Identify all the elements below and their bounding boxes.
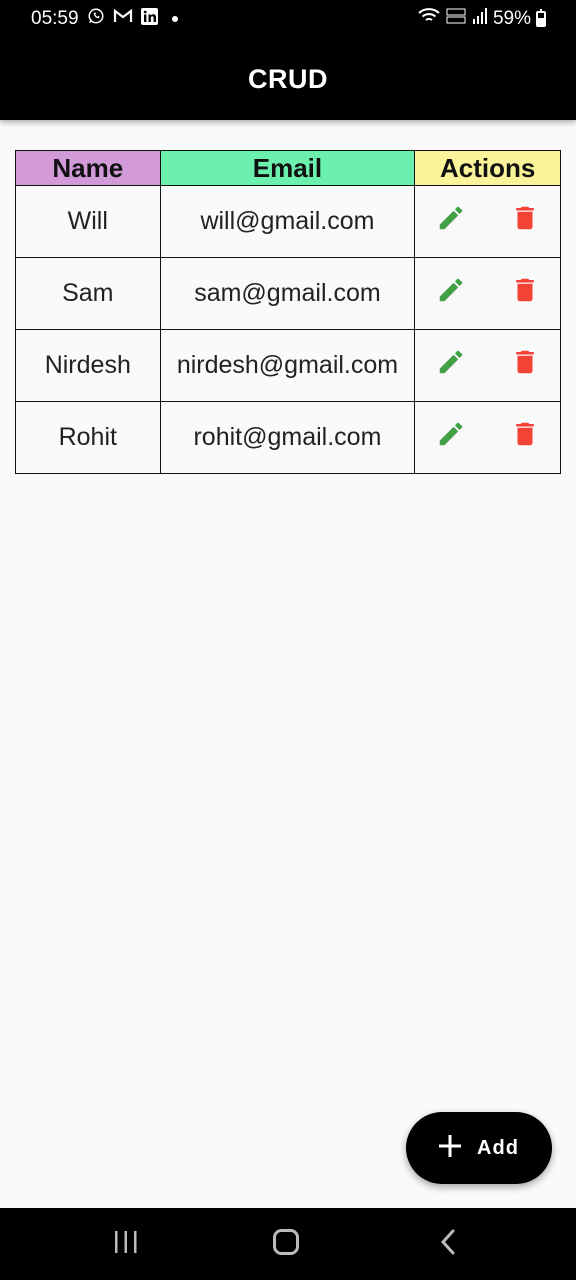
status-bar: 05:59 59% [0,0,576,36]
edit-button[interactable] [435,350,467,382]
header-email: Email [159,150,416,186]
delete-button[interactable] [509,422,541,454]
back-button[interactable] [428,1228,468,1260]
table-row: Sam sam@gmail.com [15,257,561,330]
pencil-icon [436,347,466,384]
add-button[interactable]: Add [406,1112,552,1184]
home-icon [272,1228,300,1261]
delete-button[interactable] [509,206,541,238]
delete-button[interactable] [509,350,541,382]
navigation-bar [0,1208,576,1280]
table-row: Will will@gmail.com [15,185,561,258]
trash-icon [510,275,540,312]
table-row: Nirdesh nirdesh@gmail.com [15,329,561,402]
table-header-row: Name Email Actions [15,150,561,186]
edit-button[interactable] [435,422,467,454]
app-title: CRUD [248,64,328,94]
cell-actions [414,185,561,258]
cell-actions [414,401,561,474]
whatsapp-icon [87,7,105,31]
volte-lte2-icon [445,7,467,31]
cell-name: Rohit [15,401,161,474]
trash-icon [510,347,540,384]
add-button-label: Add [477,1136,519,1159]
app-bar: CRUD [0,36,576,120]
back-icon [439,1228,457,1261]
cell-email: nirdesh@gmail.com [159,329,416,402]
status-right: 59% [418,7,546,31]
linkedin-icon [140,7,158,31]
plus-icon [439,1134,462,1162]
status-left: 05:59 [31,7,178,31]
cell-actions [414,257,561,330]
table-row: Rohit rohit@gmail.com [15,401,561,474]
trash-icon [510,419,540,456]
header-actions: Actions [414,150,561,186]
battery-icon [536,9,546,27]
recents-icon [113,1230,139,1259]
cell-actions [414,329,561,402]
cell-name: Nirdesh [15,329,161,402]
cell-email: sam@gmail.com [159,257,416,330]
signal-icon [472,8,488,30]
dot-icon [171,16,178,22]
pencil-icon [436,275,466,312]
cell-name: Will [15,185,161,258]
gmail-icon [113,8,133,30]
header-name: Name [15,150,161,186]
delete-button[interactable] [509,278,541,310]
home-button[interactable] [266,1228,306,1260]
pencil-icon [436,419,466,456]
recents-button[interactable] [106,1228,146,1260]
edit-button[interactable] [435,206,467,238]
wifi-icon [418,8,440,30]
cell-email: rohit@gmail.com [159,401,416,474]
battery-percent: 59% [492,8,531,29]
edit-button[interactable] [435,278,467,310]
cell-email: will@gmail.com [159,185,416,258]
status-time: 05:59 [31,8,79,29]
pencil-icon [436,203,466,240]
trash-icon [510,203,540,240]
cell-name: Sam [15,257,161,330]
users-table: Name Email Actions Will will@gmail.com Sam… [15,150,561,474]
